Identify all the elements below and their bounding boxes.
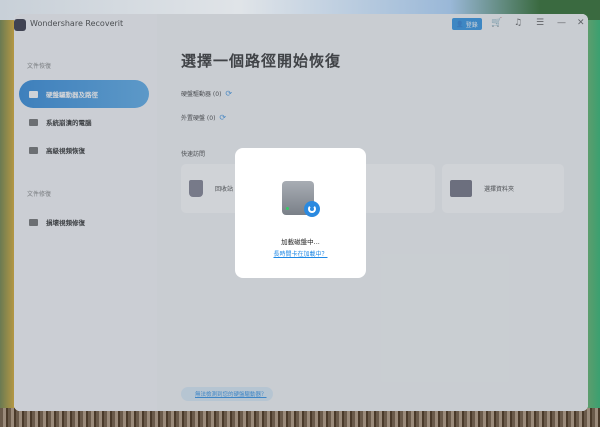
loading-dialog: 加載磁盤中... 長時間卡在加載中？ [235,148,366,278]
loading-status: 加載磁盤中... [281,238,320,246]
stuck-loading-link[interactable]: 長時間卡在加載中？ [273,251,327,258]
loading-spinner-icon [304,201,320,217]
